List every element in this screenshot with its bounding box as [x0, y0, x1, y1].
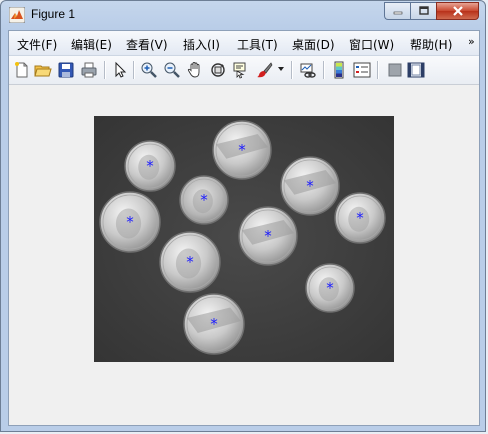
- window-title: Figure 1: [31, 7, 76, 21]
- colorbar-icon[interactable]: [330, 61, 348, 79]
- menu-bar: 文件(F) 编辑(E) 查看(V) 插入(I) 工具(T) 桌面(D) 窗口(W…: [9, 31, 479, 56]
- menu-tools[interactable]: 工具(T): [237, 36, 278, 53]
- centroid-marker: *: [306, 177, 314, 195]
- toolbar-separator: [104, 61, 106, 79]
- hide-plot-tools-icon[interactable]: [386, 61, 404, 79]
- brush-dropdown-icon[interactable]: [277, 66, 285, 84]
- figure-client-area: 文件(F) 编辑(E) 查看(V) 插入(I) 工具(T) 桌面(D) 窗口(W…: [8, 30, 480, 426]
- toolbar-separator: [291, 61, 293, 79]
- data-cursor-icon[interactable]: [232, 61, 250, 79]
- show-plot-tools-icon[interactable]: [407, 61, 425, 79]
- figure-toolbar: [9, 56, 479, 85]
- menu-overflow-icon[interactable]: »: [468, 35, 475, 48]
- centroid-marker: *: [238, 141, 246, 159]
- new-figure-icon[interactable]: [13, 61, 31, 79]
- menu-window[interactable]: 窗口(W): [349, 36, 394, 53]
- centroid-marker: *: [186, 253, 194, 271]
- menu-edit[interactable]: 编辑(E): [71, 36, 112, 53]
- save-icon[interactable]: [57, 61, 75, 79]
- title-bar[interactable]: Figure 1: [1, 1, 485, 29]
- edit-plot-arrow-icon[interactable]: [110, 61, 128, 79]
- zoom-out-icon[interactable]: [163, 61, 181, 79]
- toolbar-separator: [377, 61, 379, 79]
- centroid-marker: *: [264, 227, 272, 245]
- centroid-marker: *: [126, 213, 134, 231]
- menu-file[interactable]: 文件(F): [17, 36, 57, 53]
- legend-icon[interactable]: [353, 61, 371, 79]
- centroid-marker: *: [356, 209, 364, 227]
- toolbar-separator: [323, 61, 325, 79]
- print-icon[interactable]: [80, 61, 98, 79]
- maximize-button[interactable]: [410, 2, 436, 20]
- matlab-figure-icon: [8, 6, 26, 24]
- menu-desktop[interactable]: 桌面(D): [292, 36, 335, 53]
- caption-buttons: [384, 2, 479, 21]
- open-file-icon[interactable]: [34, 61, 52, 79]
- centroid-marker: *: [326, 279, 334, 297]
- figure-window: Figure 1 文件(F) 编辑(E) 查看(V) 插入(I) 工具(T) 桌…: [0, 0, 486, 432]
- close-button[interactable]: [436, 2, 479, 20]
- link-plot-icon[interactable]: [299, 61, 317, 79]
- toolbar-separator: [133, 61, 135, 79]
- centroid-marker: *: [210, 315, 218, 333]
- menu-view[interactable]: 查看(V): [126, 36, 168, 53]
- coins-image[interactable]: * * * * * * * * * *: [94, 116, 394, 362]
- zoom-in-icon[interactable]: [140, 61, 158, 79]
- pan-hand-icon[interactable]: [186, 61, 204, 79]
- rotate-3d-icon[interactable]: [209, 61, 227, 79]
- figure-canvas[interactable]: * * * * * * * * * *: [9, 85, 479, 425]
- menu-help[interactable]: 帮助(H): [410, 36, 452, 53]
- centroid-marker: *: [200, 191, 208, 209]
- centroid-marker: *: [146, 157, 154, 175]
- minimize-button[interactable]: [384, 2, 410, 20]
- brush-icon[interactable]: [256, 61, 274, 79]
- menu-insert[interactable]: 插入(I): [183, 36, 220, 53]
